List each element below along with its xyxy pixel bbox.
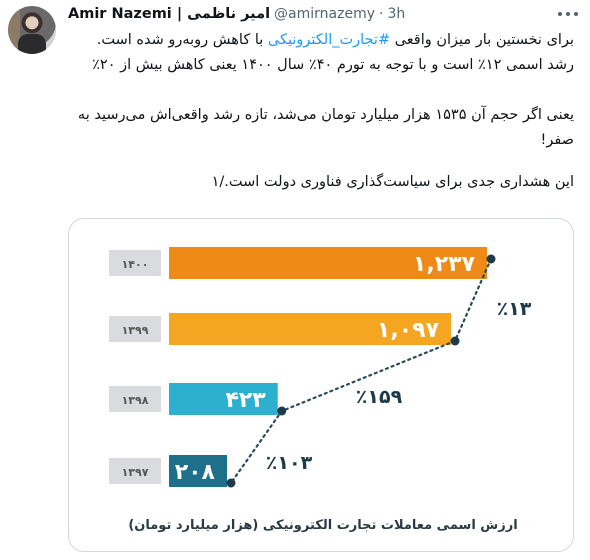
year-label: ۱۳۹۷	[122, 466, 149, 479]
bar-value-label: ۲۰۸	[175, 460, 216, 485]
year-label: ۱۳۹۸	[122, 394, 149, 407]
bar-value-label: ۱,۰۹۷	[377, 318, 440, 343]
more-dot	[558, 12, 562, 16]
growth-label: ٪۱۵۹	[356, 386, 403, 408]
tweet-text: برای نخستین بار میزان واقعی #تجارت_الکتر…	[74, 28, 574, 195]
author-handle[interactable]: @amirnazemy	[274, 6, 375, 22]
growth-label: ٪۱۳	[497, 298, 532, 320]
tweet-text-part: برای نخستین بار میزان واقعی	[390, 32, 574, 48]
author-avatar[interactable]	[8, 6, 56, 54]
chart-svg: ۱۴۰۰ ۱,۲۳۷ ۱۳۹۹ ۱,۰۹۷ ۱۳۹۸ ۴۲۳ ۱۳۹۷ ۲۰۸ ٪۱۳ ٪۱۵۹ ٪…	[109, 247, 532, 533]
tweet-header: Amir Nazemi | امیر ناظمی @amirnazemy · 3…	[68, 4, 405, 24]
tweet[interactable]: Amir Nazemi | امیر ناظمی @amirnazemy · 3…	[0, 0, 590, 560]
trend-point	[277, 406, 287, 416]
trend-point	[226, 478, 236, 488]
tweet-paragraph-1: برای نخستین بار میزان واقعی #تجارت_الکتر…	[74, 28, 574, 78]
year-label: ۱۳۹۹	[122, 324, 149, 337]
tweet-timestamp[interactable]: 3h	[387, 6, 405, 22]
growth-label: ٪۱۰۳	[266, 452, 313, 474]
bar-value-label: ۴۲۳	[225, 388, 266, 413]
tweet-media-chart[interactable]: ۱۴۰۰ ۱,۲۳۷ ۱۳۹۹ ۱,۰۹۷ ۱۳۹۸ ۴۲۳ ۱۳۹۷ ۲۰۸ ٪۱۳ ٪۱۵۹ ٪…	[68, 218, 574, 552]
year-label: ۱۴۰۰	[122, 258, 149, 271]
growth-trend-line	[229, 257, 493, 485]
more-dot	[574, 12, 578, 16]
avatar-figure	[18, 34, 46, 54]
more-dot	[566, 12, 570, 16]
author-name[interactable]: Amir Nazemi | امیر ناظمی	[68, 6, 270, 22]
bar-value-label: ۱,۲۳۷	[413, 252, 476, 277]
more-icon[interactable]	[558, 6, 578, 22]
chart-title: ارزش اسمی معاملات تجارت الکترونیکی (هزار…	[128, 518, 517, 533]
hashtag-link[interactable]: #تجارت_الکترونیکی	[268, 32, 390, 48]
trend-point	[486, 254, 496, 264]
trend-point	[450, 336, 460, 346]
tweet-paragraph-2: یعنی اگر حجم آن ۱۵۳۵ هزار میلیارد تومان …	[77, 107, 574, 148]
tweet-paragraph-3: این هشداری جدی برای سیاست‌گذاری فناوری د…	[211, 174, 574, 190]
header-separator: ·	[379, 6, 384, 22]
